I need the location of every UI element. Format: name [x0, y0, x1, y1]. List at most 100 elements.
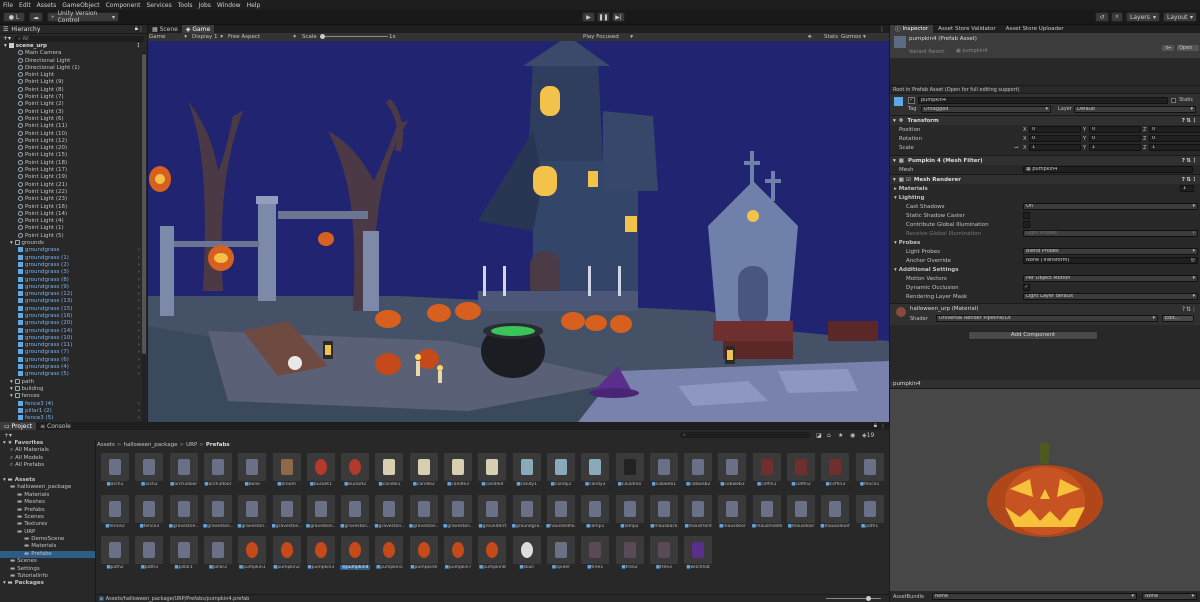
folder-tree-item[interactable]: ▾ ★ Favorites	[0, 440, 95, 447]
asset-item[interactable]: ■bucket2	[340, 453, 370, 490]
link-icon[interactable]: ⊸	[1014, 145, 1019, 151]
asset-item[interactable]: ■path2	[100, 536, 130, 573]
asset-item[interactable]: ■skull	[512, 536, 542, 573]
chevron-down-icon[interactable]: ▾	[10, 386, 15, 392]
asset-item[interactable]: ■coffin1	[752, 453, 782, 490]
chevron-right-icon[interactable]: ›	[138, 255, 140, 262]
hierarchy-item[interactable]: groundgrass (14) ›	[0, 327, 147, 335]
folder-tree-item[interactable]: ⌕ All Prefabs	[0, 462, 95, 469]
asset-item[interactable]: ■pillar1	[169, 536, 199, 573]
play-button[interactable]: ▶	[582, 12, 595, 22]
preset-icon[interactable]: ⇅	[1186, 158, 1191, 164]
favorite-icon[interactable]: ★	[838, 432, 843, 439]
dynamic-occ-checkbox[interactable]: ✓	[1023, 284, 1030, 291]
asset-item[interactable]: ■tree2	[615, 536, 645, 573]
scrollbar-thumb[interactable]	[142, 54, 146, 354]
chevron-right-icon[interactable]: ›	[138, 298, 140, 305]
position-z-field[interactable]: 0	[1149, 126, 1200, 133]
hierarchy-item[interactable]: groundgrass (11) ›	[0, 342, 147, 349]
chevron-right-icon[interactable]: ›	[138, 306, 140, 313]
folder-tree-item[interactable]: ▬ Scenes	[0, 514, 95, 521]
folder-tree-item[interactable]: ▬ Materials	[0, 543, 95, 550]
asset-item[interactable]: ■mausfront	[683, 494, 713, 532]
hierarchy-item[interactable]: fence3 (4) ›	[0, 400, 147, 408]
asset-item[interactable]: ■fence1	[855, 453, 885, 490]
chevron-right-icon[interactable]: ›	[138, 320, 140, 327]
asset-item[interactable]: ■pumpkin5	[374, 536, 404, 573]
asset-item[interactable]: ■tree3	[649, 536, 679, 573]
pause-button[interactable]: ❚❚	[597, 12, 610, 22]
asset-item[interactable]: ■coffin2	[786, 453, 816, 490]
asset-item[interactable]: ■candle2	[409, 453, 439, 490]
motion-dropdown[interactable]: Per Object Motion ▾	[1023, 275, 1198, 282]
chevron-right-icon[interactable]: ›	[138, 313, 140, 320]
icon-size-slider[interactable]	[826, 596, 881, 601]
more-icon[interactable]: ⋮	[1192, 177, 1198, 183]
chevron-down-icon[interactable]: ▸	[890, 186, 897, 192]
asset-item[interactable]: ■cobweb3	[717, 453, 747, 490]
hierarchy-item[interactable]: groundgrass (15) ›	[0, 305, 147, 313]
asset-item[interactable]: ■pumpkin2	[272, 536, 302, 573]
scale-y-field[interactable]: 1	[1089, 144, 1141, 151]
hierarchy-item[interactable]: groundgrass (6) ›	[0, 356, 147, 364]
breadcrumb-item[interactable]: Assets	[97, 442, 115, 448]
add-component-button[interactable]: Add Component	[968, 331, 1098, 340]
folder-tree-item[interactable]: ⌕ All Materials	[0, 447, 95, 454]
asset-item[interactable]: ■graveston...	[409, 494, 439, 532]
asset-item[interactable]: ■grounddirt	[477, 494, 507, 532]
contribute-gi-checkbox[interactable]	[1023, 221, 1030, 228]
play-focused-dropdown[interactable]: Play Focused ▾	[583, 34, 633, 40]
tag-dropdown[interactable]: Untagged ▾	[921, 106, 1051, 113]
menu-jobs[interactable]: Jobs	[199, 2, 211, 9]
gizmos-button[interactable]: Gizmos ▾	[841, 34, 866, 40]
assetbundle-dropdown[interactable]: None ▾	[932, 593, 1137, 600]
asset-item[interactable]: ■pumpkin1	[237, 536, 267, 573]
chevron-down-icon[interactable]: ▾	[890, 240, 897, 246]
asset-item[interactable]: ■graveston...	[169, 494, 199, 532]
lock-icon[interactable]: 🔒︎	[874, 422, 877, 430]
asset-item[interactable]: ■pumpkin7	[443, 536, 473, 573]
asset-item[interactable]: ■arch2	[134, 453, 164, 490]
chevron-right-icon[interactable]: ›	[138, 291, 140, 298]
tab-asset-store-uploader[interactable]: Asset Store Uploader	[1001, 25, 1069, 33]
hierarchy-item[interactable]: Point Light (8)	[0, 86, 147, 94]
game-viewport[interactable]	[148, 41, 889, 422]
preset-icon[interactable]: ⇅	[1186, 177, 1191, 183]
hierarchy-item[interactable]: ▾ building	[0, 385, 147, 393]
history-button[interactable]: ↺	[1095, 12, 1109, 22]
hierarchy-item[interactable]: groundgrass (12) ›	[0, 291, 147, 298]
folder-tree-item[interactable]: ▬ TutorialInfo	[0, 573, 95, 580]
aspect-dropdown[interactable]: Free Aspect ▾	[228, 34, 298, 40]
folder-tree-item[interactable]: ▬ Scenes	[0, 558, 95, 565]
hierarchy-item[interactable]: Point Light (17)	[0, 167, 147, 174]
hierarchy-item[interactable]: Point Light (23)	[0, 196, 147, 203]
eye-icon[interactable]: ◉	[850, 432, 855, 439]
slider-thumb[interactable]	[320, 34, 325, 39]
chevron-down-icon[interactable]: ▾	[890, 195, 897, 201]
open-button[interactable]: Open	[1177, 45, 1199, 51]
tab-asset-store-validator[interactable]: Asset Store Validator	[933, 25, 1000, 33]
hierarchy-item[interactable]: groundgrass (20) ›	[0, 320, 147, 327]
hierarchy-item[interactable]: groundgrass ›	[0, 247, 147, 254]
scale-x-field[interactable]: 1	[1029, 144, 1081, 151]
chevron-right-icon[interactable]: ›	[138, 357, 140, 364]
asset-item[interactable]: ■pumpkin3	[306, 536, 336, 573]
folder-tree-item[interactable]: ⌕ All Models	[0, 455, 95, 462]
chevron-right-icon[interactable]: ›	[138, 415, 140, 422]
add-icon[interactable]: +▾	[4, 432, 12, 439]
light-probes-dropdown[interactable]: Blend Probes ▾	[1023, 248, 1198, 255]
hierarchy-item[interactable]: Point Light (14)	[0, 210, 147, 218]
hierarchy-item[interactable]: groundgrass (7) ›	[0, 349, 147, 356]
anchor-field[interactable]: None (Transform) ◎	[1023, 257, 1198, 264]
folder-tree-item[interactable]: ▬ DemoScene	[0, 536, 95, 543]
menu-file[interactable]: File	[3, 2, 13, 9]
folder-tree-item[interactable]: ▾ ▬ Assets	[0, 477, 95, 484]
asset-item[interactable]: ■lamp2	[615, 494, 645, 532]
shader-edit-button[interactable]: Edit...	[1162, 315, 1194, 322]
slider-thumb[interactable]	[866, 596, 871, 601]
asset-item[interactable]: ■tree1	[580, 536, 610, 573]
shader-dropdown[interactable]: Universal Render Pipeline/Lit ▾	[936, 315, 1158, 322]
hierarchy-item[interactable]: Point Light (18)	[0, 159, 147, 167]
asset-item[interactable]: ■cobweb1	[649, 453, 679, 490]
assetbundle-variant-dropdown[interactable]: None ▾	[1142, 593, 1197, 600]
